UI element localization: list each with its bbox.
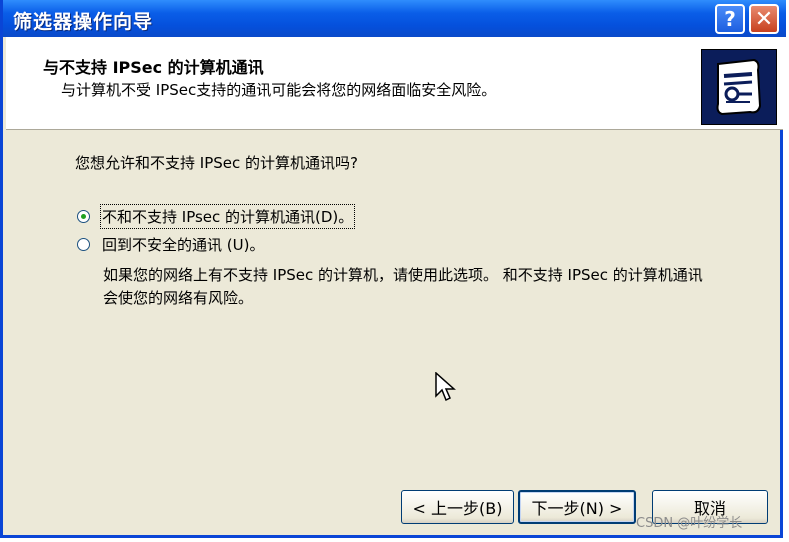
next-button[interactable]: 下一步(N) > [518, 490, 636, 524]
option-description: 如果您的网络上有不支持 IPSec 的计算机，请使用此选项。 和不支持 IPSe… [103, 266, 703, 307]
csdn-watermark: CSDN @叶纷学长 [636, 516, 743, 531]
radio-fallback-unsecured[interactable] [77, 238, 90, 251]
title-bar[interactable]: 筛选器操作向导 ? ✕ [3, 0, 786, 37]
option-block-insecure-label[interactable]: 不和不支持 IPsec 的计算机通讯(D)。 [99, 204, 356, 229]
close-button[interactable]: ✕ [749, 4, 779, 34]
header-subtitle: 与计算机不受 IPSec支持的通讯可能会将您的网络面临安全风险。 [61, 81, 497, 99]
help-button[interactable]: ? [715, 4, 745, 34]
header-title: 与不支持 IPSec 的计算机通讯 [43, 58, 264, 77]
wizard-header: 与不支持 IPSec 的计算机通讯 与计算机不受 IPSec支持的通讯可能会将您… [6, 37, 783, 130]
radio-block-insecure[interactable] [77, 210, 90, 223]
wizard-scroll-icon [701, 49, 777, 125]
mouse-pointer-icon [435, 371, 457, 408]
back-button[interactable]: < 上一步(B) [401, 490, 514, 524]
window-title: 筛选器操作向导 [13, 11, 154, 33]
question-text: 您想允许和不支持 IPSec 的计算机通讯吗? [75, 154, 358, 172]
option-fallback-unsecured-label[interactable]: 回到不安全的通讯 (U)。 [102, 234, 264, 255]
wizard-window: 筛选器操作向导 ? ✕ 与不支持 IPSec 的计算机通讯 与计算机不受 IPS… [0, 0, 786, 538]
option-block-insecure[interactable]: 不和不支持 IPsec 的计算机通讯(D)。 [77, 204, 356, 229]
option-fallback-unsecured[interactable]: 回到不安全的通讯 (U)。 [77, 234, 264, 255]
